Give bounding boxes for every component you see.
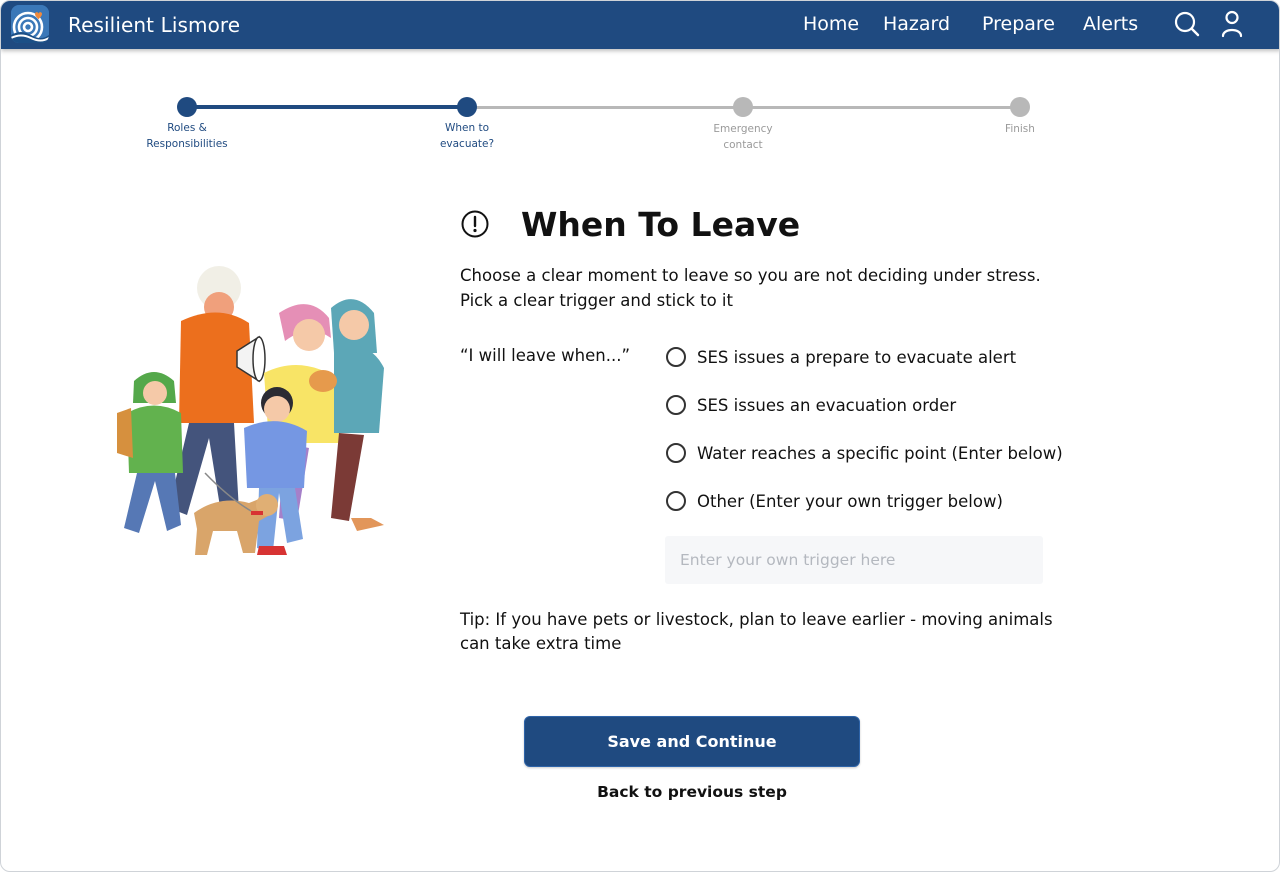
leave-prompt: “I will leave when...”: [460, 346, 631, 365]
step-label-finish: Finish: [960, 121, 1080, 137]
step-label-line: Roles &: [167, 122, 207, 134]
step-dot-emergency[interactable]: [733, 97, 753, 117]
save-and-continue-button[interactable]: Save and Continue: [524, 716, 860, 767]
tip-text: Tip: If you have pets or livestock, plan…: [460, 610, 1053, 653]
search-icon[interactable]: [1173, 10, 1201, 38]
step-label-line: Finish: [1005, 123, 1035, 135]
option-evacuation-order[interactable]: SES issues an evacuation order: [666, 393, 956, 417]
step-label-line: When to: [444, 122, 490, 134]
step-dot-finish[interactable]: [1010, 97, 1030, 117]
user-icon[interactable]: [1219, 10, 1247, 38]
nav-home[interactable]: Home: [803, 13, 859, 35]
nav-prepare[interactable]: Prepare: [982, 13, 1055, 35]
step-label-line: Responsibilities: [146, 138, 228, 150]
option-label: Other (Enter your own trigger below): [697, 491, 1003, 511]
step-dot-when[interactable]: [457, 97, 477, 117]
custom-trigger-input[interactable]: [665, 536, 1043, 584]
step-label-when: When to evacuate?: [407, 120, 527, 152]
radio-button[interactable]: [666, 443, 686, 463]
step-label-line: Emergency: [713, 123, 773, 135]
option-label: SES issues an evacuation order: [697, 395, 957, 415]
family-evacuating-illustration: [109, 263, 399, 563]
step-dot-roles[interactable]: [177, 97, 197, 117]
alert-circle-icon: [460, 209, 490, 239]
option-prepare-alert[interactable]: SES issues a prepare to evacuate alert: [666, 345, 1016, 369]
radio-button[interactable]: [666, 491, 686, 511]
radio-button[interactable]: [666, 347, 686, 367]
option-other[interactable]: Other (Enter your own trigger below): [666, 489, 1003, 513]
step-label-emergency: Emergency contact: [683, 121, 803, 153]
top-nav: Resilient Lismore Home Hazard Prepare Al…: [1, 1, 1279, 49]
intro-text: Choose a clear moment to leave so you ar…: [460, 266, 1041, 310]
logo-icon[interactable]: [11, 5, 49, 43]
option-water-level[interactable]: Water reaches a specific point (Enter be…: [666, 441, 1063, 465]
step-label-line: contact: [723, 139, 763, 151]
app-window: Resilient Lismore Home Hazard Prepare Al…: [0, 0, 1280, 872]
page-title: When To Leave: [521, 205, 801, 244]
brand-name: Resilient Lismore: [68, 13, 241, 37]
back-to-previous-step-link[interactable]: Back to previous step: [524, 783, 860, 801]
stepper-track-completed: [187, 105, 467, 109]
step-label-roles: Roles & Responsibilities: [127, 120, 247, 152]
option-label: SES issues a prepare to evacuate alert: [697, 347, 1017, 367]
nav-hazard[interactable]: Hazard: [883, 13, 950, 35]
radio-button[interactable]: [666, 395, 686, 415]
step-label-line: evacuate?: [439, 138, 495, 150]
nav-alerts[interactable]: Alerts: [1083, 13, 1138, 35]
option-label: Water reaches a specific point (Enter be…: [697, 443, 1063, 463]
